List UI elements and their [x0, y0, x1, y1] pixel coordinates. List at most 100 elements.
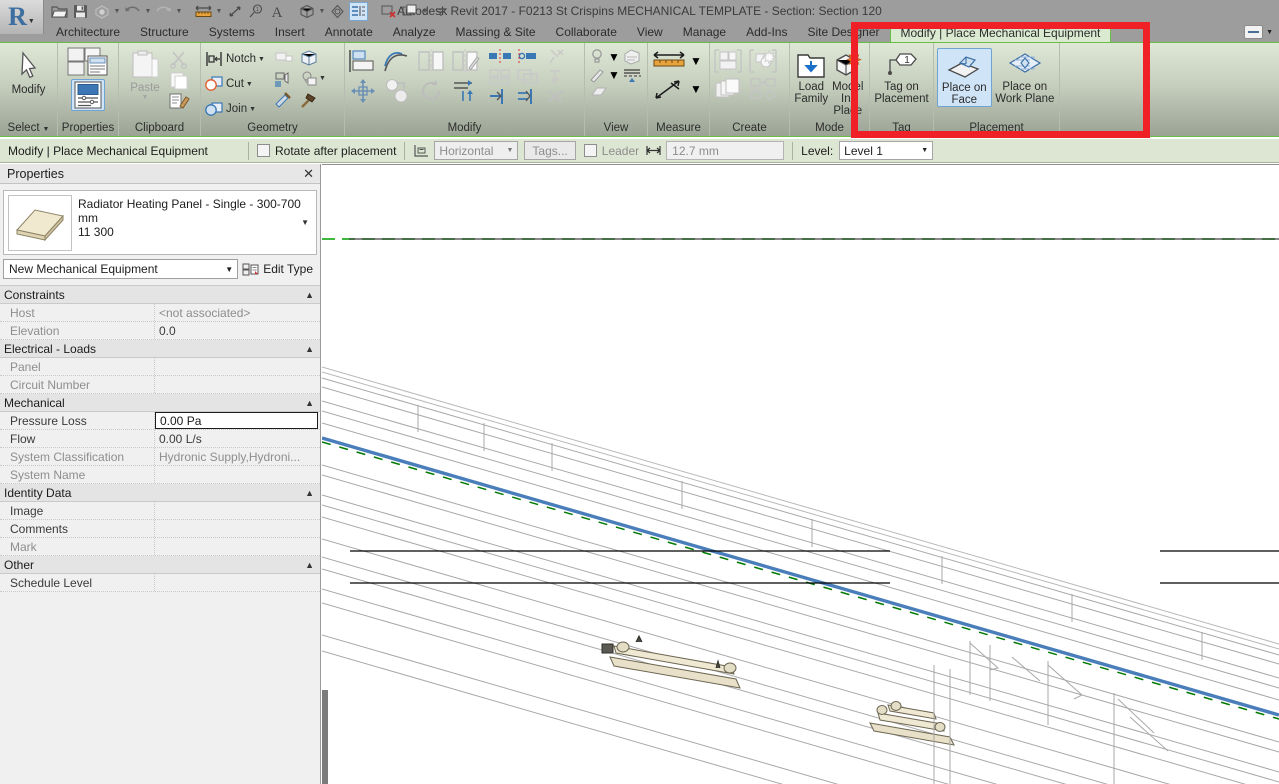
save-icon[interactable]	[71, 2, 90, 21]
sync-dropdown-chevron-down-icon[interactable]: ▼	[113, 8, 121, 15]
property-row-comments[interactable]: Comments	[0, 520, 320, 538]
create-similar-icon[interactable]	[713, 48, 743, 74]
property-row-image[interactable]: Image	[0, 502, 320, 520]
property-value[interactable]: Hydronic Supply,Hydroni...	[155, 448, 320, 465]
paste-chevron-down-icon[interactable]: ▼	[142, 94, 149, 101]
properties-palette-icon[interactable]	[71, 79, 105, 111]
property-row-circuit-number[interactable]: Circuit Number	[0, 376, 320, 394]
level-chevron-down-icon[interactable]: ▼	[921, 147, 928, 154]
split-with-gap-icon[interactable]	[516, 48, 540, 65]
property-value[interactable]: 0.00 Pa	[155, 412, 318, 429]
edit-type-button[interactable]: Edit Type	[242, 262, 317, 277]
linework-icon[interactable]	[588, 66, 606, 83]
redo-dropdown-chevron-down-icon[interactable]: ▼	[175, 8, 183, 15]
property-value[interactable]	[155, 376, 320, 393]
edit-group-icon[interactable]	[748, 77, 778, 103]
property-value[interactable]	[155, 358, 320, 375]
property-group-constraints[interactable]: Constraints ▲	[0, 286, 320, 304]
property-row-elevation[interactable]: Elevation 0.0	[0, 322, 320, 340]
level-select[interactable]: Level 1 ▼	[839, 141, 934, 160]
unpin-icon[interactable]	[544, 48, 566, 65]
group-icon[interactable]	[713, 77, 743, 103]
paste-button[interactable]: Paste ▼	[122, 47, 168, 101]
create-part-group-icon[interactable]	[748, 48, 778, 74]
trim-single-icon[interactable]	[488, 88, 512, 105]
switch-windows-chevron-down-icon[interactable]: ▼	[421, 8, 429, 15]
property-value[interactable]	[155, 466, 320, 483]
notch-chevron-down-icon[interactable]: ▼	[258, 56, 265, 63]
geometry-more-chevron-down-icon[interactable]: ▼	[319, 47, 326, 82]
join-button[interactable]: Join ▼	[204, 97, 265, 121]
tab-insert[interactable]: Insert	[265, 22, 315, 42]
modify-button[interactable]: Modify	[3, 45, 54, 96]
create-part-icon[interactable]	[299, 49, 319, 68]
scale-icon[interactable]	[516, 68, 540, 85]
move-icon[interactable]	[348, 78, 378, 104]
property-value[interactable]	[155, 574, 320, 591]
copy-modify-icon[interactable]	[382, 78, 412, 104]
rotate-after-placement-option[interactable]: Rotate after placement	[257, 144, 396, 158]
measure-along-chevron-down-icon[interactable]: ▼	[690, 82, 702, 96]
category-chevron-down-icon[interactable]: ▼	[225, 265, 233, 274]
open-icon[interactable]	[50, 2, 69, 21]
tab-systems[interactable]: Systems	[199, 22, 265, 42]
property-row-mark[interactable]: Mark	[0, 538, 320, 556]
create-assembly-icon[interactable]	[299, 70, 319, 89]
demolish-icon[interactable]	[273, 91, 295, 110]
radiator-element-2[interactable]	[869, 701, 955, 746]
aligned-dimension-icon[interactable]	[225, 2, 244, 21]
tab-view[interactable]: View	[627, 22, 673, 42]
offset-icon[interactable]	[382, 48, 412, 74]
ribbon-state-icon[interactable]	[1244, 25, 1264, 39]
tab-analyze[interactable]: Analyze	[383, 22, 446, 42]
measure-icon[interactable]	[194, 2, 213, 21]
canvas-vertical-scrollbar[interactable]	[322, 690, 328, 784]
drawing-canvas[interactable]	[322, 164, 1279, 784]
reveal-chevron-down-icon[interactable]: ▼	[608, 50, 620, 64]
split-element-icon[interactable]	[488, 48, 512, 65]
text-icon[interactable]: A	[267, 2, 286, 21]
tab-massing-and-site[interactable]: Massing & Site	[446, 22, 546, 42]
redo-icon[interactable]	[154, 2, 173, 21]
leader-checkbox[interactable]	[583, 144, 597, 157]
property-row-schedule-level[interactable]: Schedule Level	[0, 574, 320, 592]
cut-button[interactable]: Cut ▼	[204, 72, 265, 96]
collapse-chevron-up-icon[interactable]: ▲	[305, 488, 314, 498]
property-row-system-name[interactable]: System Name	[0, 466, 320, 484]
property-group-mechanical[interactable]: Mechanical ▲	[0, 394, 320, 412]
place-on-face-button[interactable]: Place on Face	[937, 48, 992, 107]
leader-length-input[interactable]: 12.7 mm	[666, 141, 785, 160]
measure-along-element-icon[interactable]	[651, 77, 687, 101]
property-row-host[interactable]: Host <not associated>	[0, 304, 320, 322]
orientation-select[interactable]: Horizontal ▼	[434, 141, 519, 160]
property-row-pressure-loss[interactable]: Pressure Loss 0.00 Pa	[0, 412, 320, 430]
pin-icon[interactable]	[544, 68, 566, 85]
orientation-chevron-down-icon[interactable]: ▼	[506, 147, 513, 154]
trim-multiple-icon[interactable]	[516, 88, 540, 105]
split-face-icon[interactable]	[273, 70, 295, 89]
thin-lines-icon[interactable]	[349, 1, 368, 21]
join-chevron-down-icon[interactable]: ▼	[249, 106, 256, 113]
mirror-draw-axis-icon[interactable]	[450, 48, 480, 74]
paint-icon[interactable]	[273, 49, 295, 68]
ribbon-state-chevron-down-icon[interactable]: ▼	[1266, 29, 1273, 36]
rotate-after-placement-checkbox[interactable]	[257, 144, 270, 157]
property-value[interactable]	[155, 538, 320, 555]
property-row-system-classification[interactable]: System Classification Hydronic Supply,Hy…	[0, 448, 320, 466]
undo-icon[interactable]	[123, 2, 142, 21]
tab-structure[interactable]: Structure	[130, 22, 199, 42]
render-icon[interactable]	[622, 48, 642, 65]
close-hidden-windows-icon[interactable]	[379, 2, 398, 21]
measure-dropdown-chevron-down-icon[interactable]: ▼	[215, 8, 223, 15]
radiator-element-1[interactable]	[601, 634, 741, 689]
switch-windows-icon[interactable]	[400, 2, 419, 21]
select-panel-chevron-down-icon[interactable]: ▼	[43, 126, 50, 133]
collapse-chevron-up-icon[interactable]: ▲	[305, 560, 314, 570]
trim-extend-icon[interactable]	[450, 78, 480, 104]
collapse-chevron-up-icon[interactable]: ▲	[305, 344, 314, 354]
collapse-chevron-up-icon[interactable]: ▲	[305, 398, 314, 408]
rotate-icon[interactable]	[416, 78, 446, 104]
tab-add-ins[interactable]: Add-Ins	[736, 22, 797, 42]
ribbon-minimize-control[interactable]: ▼	[1244, 24, 1273, 40]
tab-annotate[interactable]: Annotate	[315, 22, 383, 42]
